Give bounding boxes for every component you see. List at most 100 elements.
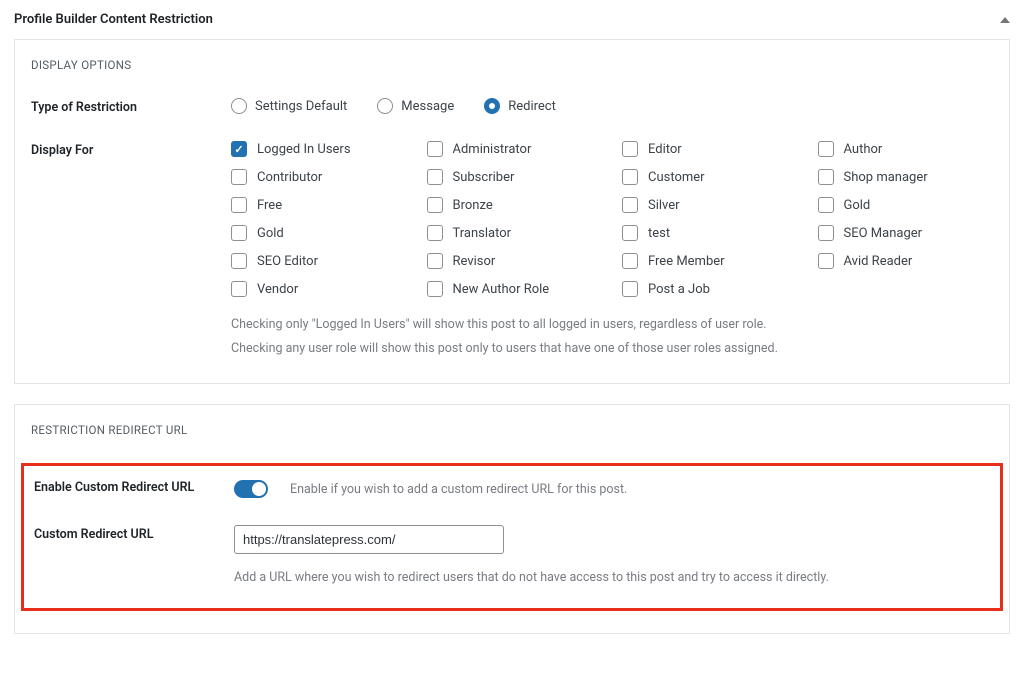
custom-url-label: Custom Redirect URL <box>34 525 234 542</box>
radio-icon <box>231 98 247 114</box>
panel-header: Profile Builder Content Restriction <box>14 8 1010 39</box>
role-checkbox-bronze[interactable]: Bronze <box>427 197 603 213</box>
enable-redirect-row: Enable Custom Redirect URL Enable if you… <box>34 478 990 502</box>
checkbox-label: New Author Role <box>453 282 550 297</box>
checkbox-icon <box>622 197 638 213</box>
checkbox-icon <box>427 281 443 297</box>
checkbox-label: Author <box>844 142 883 157</box>
radio-icon <box>484 98 500 114</box>
role-checkbox-shop-manager[interactable]: Shop manager <box>818 169 994 185</box>
checkbox-icon <box>427 253 443 269</box>
checkbox-icon <box>231 225 247 241</box>
collapse-toggle-icon[interactable] <box>1000 17 1010 23</box>
role-checkbox-customer[interactable]: Customer <box>622 169 798 185</box>
roles-grid: Logged In Users Administrator Editor Author… <box>231 141 993 297</box>
role-checkbox-vendor[interactable]: Vendor <box>231 281 407 297</box>
radio-label: Message <box>401 99 454 114</box>
checkbox-label: SEO Editor <box>257 254 318 269</box>
role-checkbox-seo-editor[interactable]: SEO Editor <box>231 253 407 269</box>
role-checkbox-free-member[interactable]: Free Member <box>622 253 798 269</box>
checkbox-icon <box>427 141 443 157</box>
display-for-row: Display For Logged In Users Administrator… <box>31 141 993 361</box>
checkbox-icon <box>231 281 247 297</box>
type-of-restriction-row: Type of Restriction Settings Default Mess… <box>31 98 993 115</box>
checkbox-icon <box>231 169 247 185</box>
checkbox-icon <box>231 141 247 157</box>
checkbox-label: Silver <box>648 198 680 213</box>
checkbox-label: Revisor <box>453 254 496 269</box>
role-checkbox-subscriber[interactable]: Subscriber <box>427 169 603 185</box>
role-checkbox-gold[interactable]: Gold <box>231 225 407 241</box>
radio-redirect[interactable]: Redirect <box>484 98 556 114</box>
role-checkbox-editor[interactable]: Editor <box>622 141 798 157</box>
checkbox-label: Avid Reader <box>844 254 913 269</box>
checkbox-icon <box>427 169 443 185</box>
custom-url-help: Add a URL where you wish to redirect use… <box>234 566 990 590</box>
custom-url-row: Custom Redirect URL Add a URL where you … <box>34 525 990 590</box>
radio-settings-default[interactable]: Settings Default <box>231 98 347 114</box>
checkbox-label: Gold <box>257 226 284 241</box>
checkbox-label: Administrator <box>453 142 532 157</box>
role-checkbox-post-a-job[interactable]: Post a Job <box>622 281 798 297</box>
checkbox-label: Bronze <box>453 198 493 213</box>
role-checkbox-translator[interactable]: Translator <box>427 225 603 241</box>
role-checkbox-silver[interactable]: Silver <box>622 197 798 213</box>
role-checkbox-contributor[interactable]: Contributor <box>231 169 407 185</box>
restriction-radio-group: Settings Default Message Redirect <box>231 98 993 114</box>
role-checkbox-gold[interactable]: Gold <box>818 197 994 213</box>
enable-redirect-toggle[interactable] <box>234 480 268 498</box>
display-options-section: DISPLAY OPTIONS Type of Restriction Sett… <box>14 39 1010 384</box>
role-checkbox-new-author-role[interactable]: New Author Role <box>427 281 603 297</box>
checkbox-label: Gold <box>844 198 871 213</box>
checkbox-label: test <box>648 226 670 241</box>
checkbox-label: Free <box>257 198 282 213</box>
checkbox-icon <box>622 141 638 157</box>
role-checkbox-revisor[interactable]: Revisor <box>427 253 603 269</box>
checkbox-icon <box>818 225 834 241</box>
display-for-label: Display For <box>31 141 231 158</box>
checkbox-label: Shop manager <box>844 170 928 185</box>
checkbox-label: Logged In Users <box>257 142 351 157</box>
checkbox-label: Free Member <box>648 254 725 269</box>
role-checkbox-test[interactable]: test <box>622 225 798 241</box>
checkbox-icon <box>427 197 443 213</box>
redirect-url-section: RESTRICTION REDIRECT URL Enable Custom R… <box>14 404 1010 635</box>
checkbox-icon <box>818 253 834 269</box>
checkbox-icon <box>427 225 443 241</box>
radio-message[interactable]: Message <box>377 98 454 114</box>
checkbox-icon <box>231 253 247 269</box>
help-text-1: Checking only "Logged In Users" will sho… <box>231 313 993 337</box>
checkbox-label: Contributor <box>257 170 322 185</box>
checkbox-icon <box>231 197 247 213</box>
checkbox-label: Translator <box>453 226 512 241</box>
checkbox-icon <box>622 225 638 241</box>
checkbox-icon <box>818 169 834 185</box>
checkbox-icon <box>622 281 638 297</box>
section-title: DISPLAY OPTIONS <box>31 58 993 72</box>
checkbox-label: Post a Job <box>648 282 710 297</box>
highlight-box: Enable Custom Redirect URL Enable if you… <box>21 463 1003 612</box>
custom-url-input[interactable] <box>234 525 504 554</box>
role-checkbox-free[interactable]: Free <box>231 197 407 213</box>
enable-redirect-label: Enable Custom Redirect URL <box>34 478 234 495</box>
enable-redirect-help: Enable if you wish to add a custom redir… <box>290 478 627 502</box>
role-checkbox-logged-in-users[interactable]: Logged In Users <box>231 141 407 157</box>
checkbox-label: Editor <box>648 142 682 157</box>
type-of-restriction-label: Type of Restriction <box>31 98 231 115</box>
panel-title: Profile Builder Content Restriction <box>14 12 213 27</box>
role-checkbox-seo-manager[interactable]: SEO Manager <box>818 225 994 241</box>
role-checkbox-avid-reader[interactable]: Avid Reader <box>818 253 994 269</box>
checkbox-icon <box>622 253 638 269</box>
checkbox-icon <box>818 197 834 213</box>
role-checkbox-administrator[interactable]: Administrator <box>427 141 603 157</box>
checkbox-label: Vendor <box>257 282 298 297</box>
section-title: RESTRICTION REDIRECT URL <box>31 423 993 437</box>
checkbox-icon <box>622 169 638 185</box>
radio-icon <box>377 98 393 114</box>
role-checkbox-author[interactable]: Author <box>818 141 994 157</box>
checkbox-label: Customer <box>648 170 705 185</box>
checkbox-icon <box>818 141 834 157</box>
help-text-2: Checking any user role will show this po… <box>231 337 993 361</box>
radio-label: Settings Default <box>255 99 347 114</box>
radio-label: Redirect <box>508 99 556 114</box>
